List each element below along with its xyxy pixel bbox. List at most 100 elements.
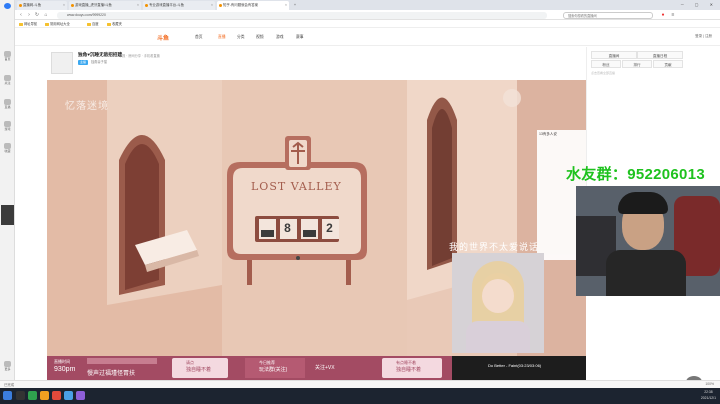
tab-3-active[interactable]: 知乎-有问题就会有答案 × [217, 1, 289, 10]
avatar[interactable] [51, 52, 73, 74]
site-nav: 斗鱼 首页 直播 分类 视频 游戏 赛事 登录 | 注册 [15, 28, 720, 46]
rail-item-game[interactable]: 游戏 [1, 120, 14, 134]
extension-icon[interactable]: ● [660, 12, 666, 18]
folder-icon [87, 22, 91, 26]
room-category[interactable]: 独角兽子猫 [91, 60, 107, 65]
tab-schedule[interactable]: 直播日程 [637, 51, 683, 59]
now-playing: Do Better - Faint(03:23/03:06) [452, 356, 587, 380]
bookmark-3[interactable]: 收藏夹 [107, 20, 122, 28]
overlay-card-2: 请点 独自睡不着 [172, 358, 228, 378]
rail-item-home[interactable]: 首页 [1, 50, 14, 64]
browser-status-bar: 已完成 100% [0, 380, 720, 388]
room-title: 独角♥沉睡无敌招招建 [78, 52, 123, 57]
search-icon[interactable] [16, 391, 25, 400]
os-taskbar: 22:38 2021/12/1 [0, 388, 720, 404]
rail-item-live[interactable]: 直播 [1, 98, 14, 112]
close-icon[interactable]: × [63, 1, 65, 10]
scene-title: 忆落迷境 [65, 101, 109, 112]
nav-match[interactable]: 赛事 [296, 35, 304, 40]
tab-room[interactable]: 直播间 [591, 51, 637, 59]
card-text: 独自睡不着 [186, 367, 212, 373]
taskbar-clock[interactable]: 22:38 2021/12/1 [701, 390, 716, 401]
window-controls[interactable]: ─ ▢ ✕ [681, 0, 718, 10]
video-player[interactable]: 忆落迷境 LOST VALLEY 8 2 13有多人说 我的世界不太爱说话 直播… [47, 80, 587, 380]
zoom-level[interactable]: 100% [705, 382, 714, 386]
rail-label: 收藏 [4, 149, 11, 153]
overlay-card-5: 有点睡不着 独自睡不着 [382, 358, 442, 378]
new-tab-button[interactable]: + [291, 1, 299, 10]
card-text: 独自睡不着 [396, 367, 422, 373]
bookmark-0[interactable]: 网址导航 [19, 20, 37, 28]
live-value: 930pm [54, 366, 76, 373]
browser-icon[interactable] [28, 391, 37, 400]
tab-0[interactable]: 直播网-斗鱼 × [17, 1, 67, 10]
status-text: 已完成 [4, 383, 15, 387]
tab-fans[interactable]: 粉丝 [591, 60, 621, 68]
room-header: 独角♥沉睡无敌招招建 举报 · 房间分享 · 手机看直播 主播 独角兽子猫 [47, 47, 587, 79]
tab-2[interactable]: 专业游戏直播平台-斗鱼 × [143, 1, 215, 10]
bookmark-1[interactable]: 常用网址大全 [45, 20, 70, 28]
favicon-icon [144, 4, 148, 7]
menu-icon[interactable]: ≡ [670, 12, 676, 18]
forward-icon[interactable]: › [26, 12, 32, 18]
rail-logo[interactable] [1, 2, 14, 16]
rail-item-fav[interactable]: 收藏 [1, 142, 14, 156]
login-link[interactable]: 登录 | 注册 [695, 34, 712, 39]
rail-label: 关注 [4, 81, 11, 85]
url-field[interactable]: www.douyu.com/9999220 [57, 11, 547, 19]
overlay-item-4: 关注+VX [315, 365, 335, 371]
rail-item-follow[interactable]: 关注 [1, 74, 14, 88]
bookmark-label: 网址导航 [24, 22, 38, 26]
bookmark-label: 百度 [92, 22, 99, 26]
app-icon[interactable] [52, 391, 61, 400]
favicon-icon [218, 4, 222, 7]
folder-icon[interactable] [40, 391, 49, 400]
close-icon[interactable]: × [285, 1, 287, 10]
tab-rank[interactable]: 排行 [622, 60, 652, 68]
lyric-overlay: 我的世界不太爱说话 [449, 242, 540, 252]
home-icon[interactable]: ⌂ [43, 12, 49, 18]
nav-category[interactable]: 分类 [237, 35, 245, 40]
bookmark-label: 收藏夹 [112, 22, 122, 26]
close-icon[interactable]: × [137, 1, 139, 10]
overlay-card-3: 今日推荐 玩法群(关注) [245, 358, 305, 378]
left-rail: 首页 关注 直播 游戏 收藏 更多 [0, 0, 15, 404]
rail-label: 直播 [4, 105, 11, 109]
nav-video[interactable]: 视频 [256, 35, 264, 40]
search-input[interactable]: 搜索你想看的直播间 [563, 11, 653, 19]
rail-label: 游戏 [4, 127, 11, 131]
tab-1[interactable]: 游戏直播_虎牙直播/斗鱼 × [69, 1, 141, 10]
nav-home[interactable]: 首页 [195, 35, 203, 40]
bookmark-label: 常用网址大全 [50, 22, 70, 26]
live-label: 直播时间 [54, 359, 70, 364]
back-icon[interactable]: ‹ [18, 12, 24, 18]
close-icon[interactable]: × [211, 1, 213, 10]
site-logo[interactable]: 斗鱼 [157, 33, 169, 42]
qq-group-banner: 水友群：952206013 [566, 166, 705, 183]
tab-label: 知乎-有问题就会有答案 [223, 3, 259, 7]
nav-live[interactable]: 直播 [218, 35, 226, 40]
song-title: Do Better - Faint(03:23/03:06) [488, 363, 542, 368]
tab-contrib[interactable]: 贡献 [653, 60, 683, 68]
folder-icon [107, 22, 111, 26]
dial-value: 2 [326, 221, 333, 235]
sign-text: LOST VALLEY [251, 180, 342, 193]
folder-icon [19, 22, 23, 26]
card-title: 请点 [186, 360, 194, 365]
sidebar-note[interactable]: 点击查看全部直播 [591, 71, 615, 75]
bookmark-2[interactable]: 百度 [87, 20, 99, 28]
refresh-icon[interactable]: ↻ [34, 12, 40, 18]
rail-item-more[interactable]: 更多 [1, 360, 14, 374]
start-icon[interactable] [3, 391, 12, 400]
app-icon[interactable] [64, 391, 73, 400]
tab-label: 专业游戏直播平台-斗鱼 [149, 3, 185, 7]
app-icon[interactable] [76, 391, 85, 400]
tab-label: 直播网-斗鱼 [23, 3, 42, 7]
card-text: 玩法群(关注) [259, 367, 288, 373]
card-title: 今日推荐 [259, 360, 275, 365]
rail-collapse-handle[interactable] [1, 205, 14, 225]
progress-track [87, 358, 157, 364]
room-meta[interactable]: 举报 · 房间分享 · 手机看直播 [119, 53, 160, 58]
nav-game[interactable]: 游戏 [276, 35, 284, 40]
dial-value: 8 [284, 221, 291, 235]
